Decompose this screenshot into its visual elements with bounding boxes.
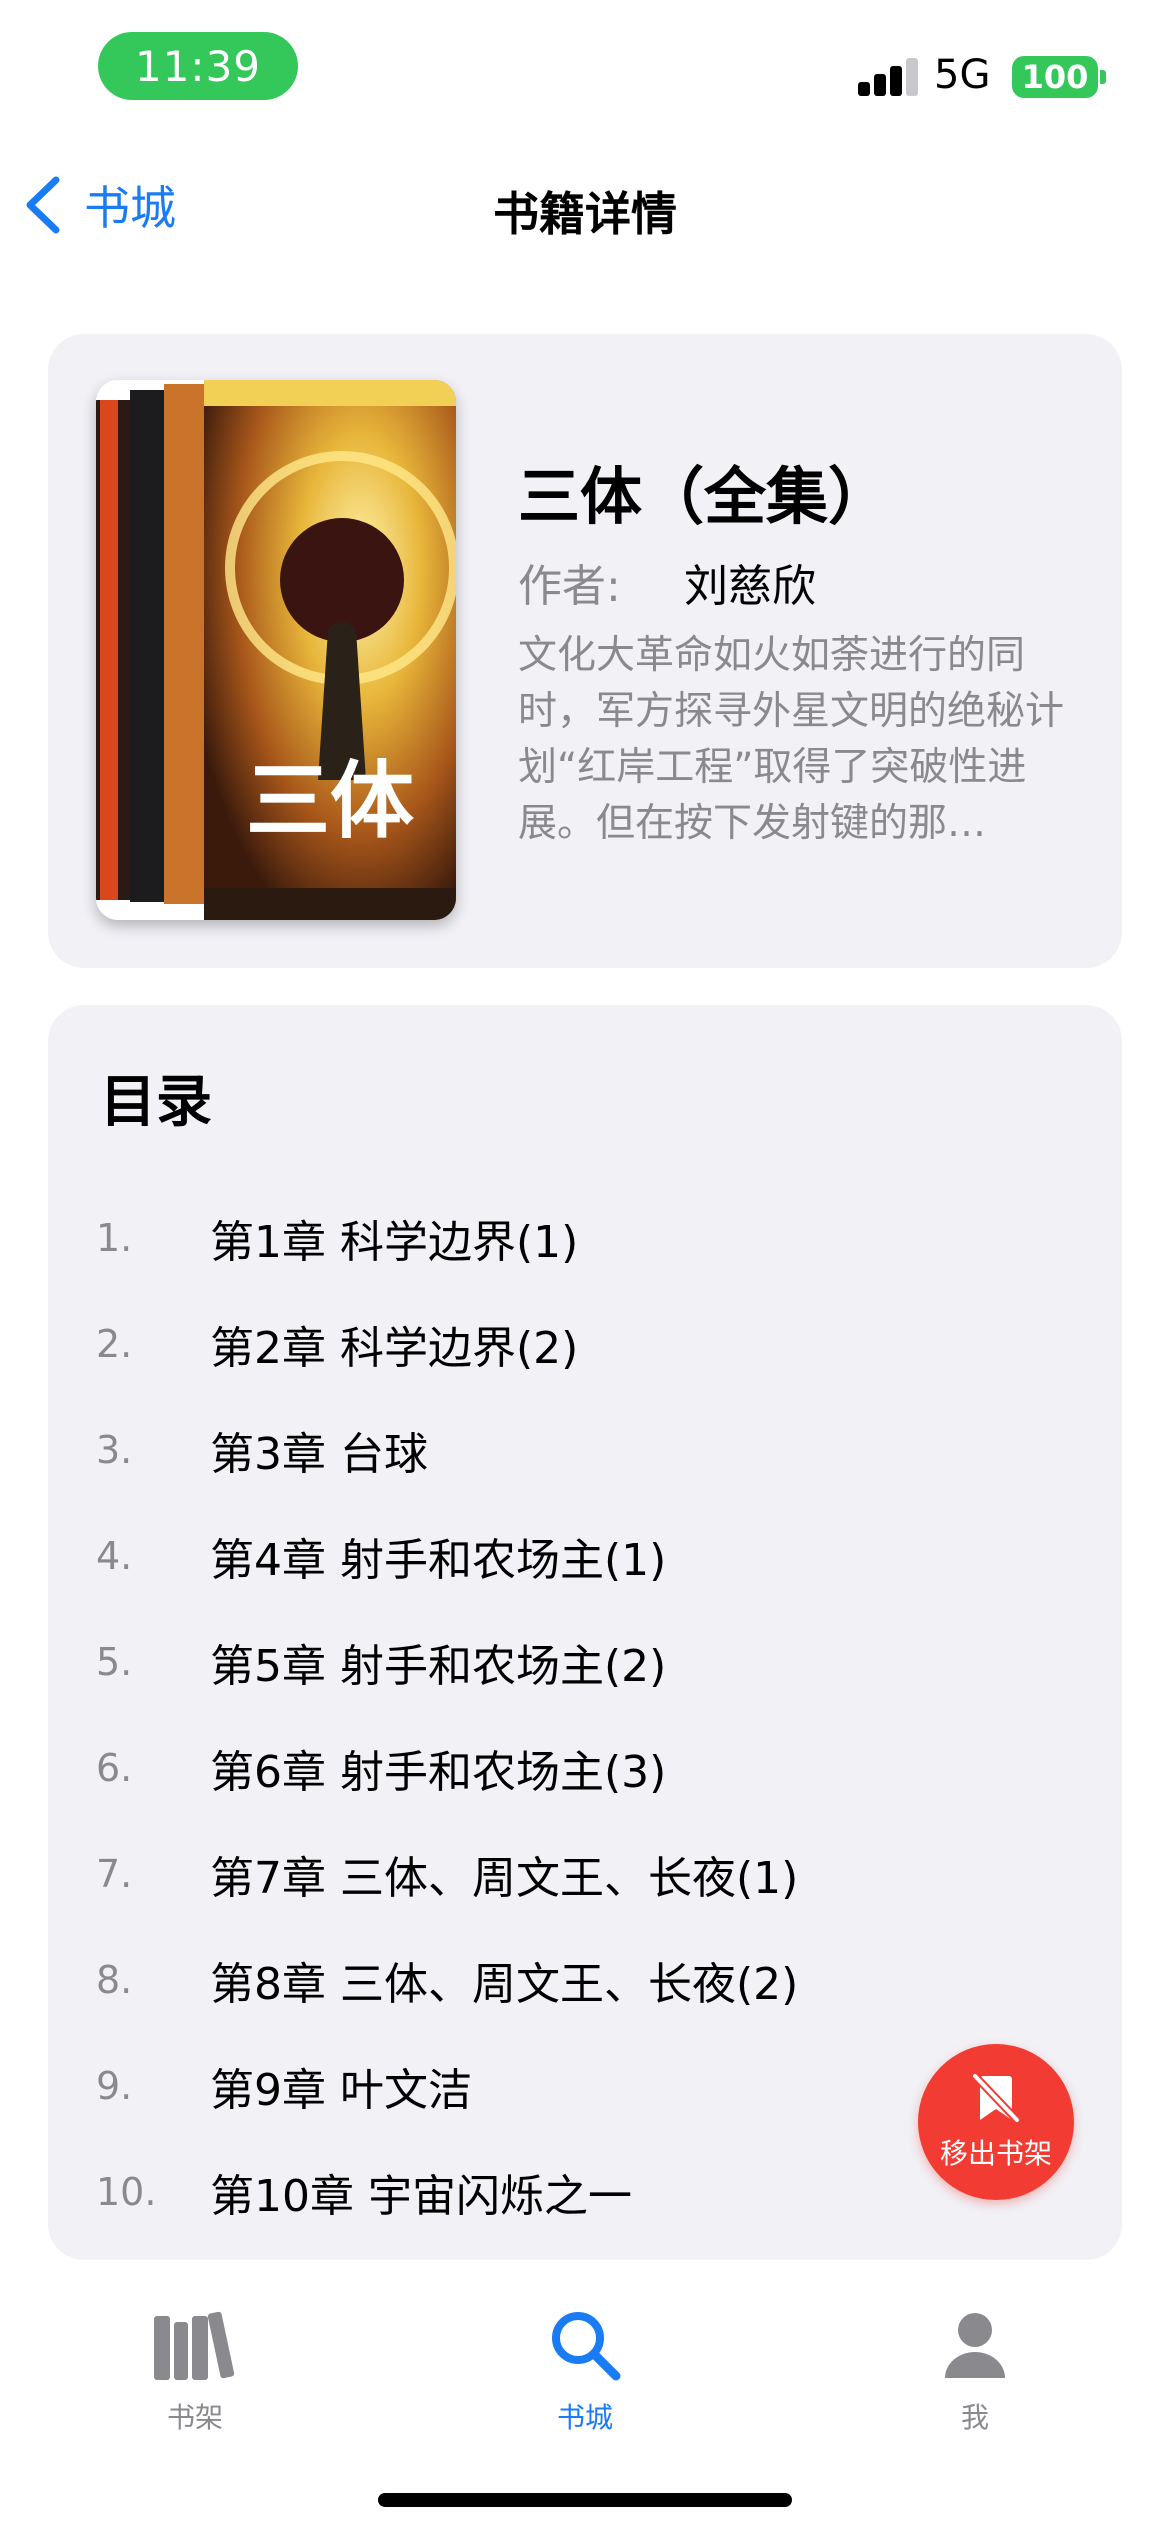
chapter-number: 1. bbox=[96, 1216, 133, 1260]
chapter-number: 8. bbox=[96, 1958, 133, 2002]
chapter-number: 4. bbox=[96, 1534, 133, 1578]
home-indicator bbox=[378, 2493, 792, 2507]
author-name: 刘慈欣 bbox=[684, 561, 816, 612]
chapter-number: 5. bbox=[96, 1640, 133, 1684]
chapter-item[interactable]: 1. 第1章 科学边界(1) bbox=[96, 1185, 1076, 1291]
author-label: 作者: bbox=[518, 561, 621, 612]
navigation-bar: 书城 书籍详情 bbox=[0, 150, 1170, 260]
chapter-item[interactable]: 6. 第6章 射手和农场主(3) bbox=[96, 1715, 1076, 1821]
book-info-card: 三体 三体（全集） 作者: 刘慈欣 文化大革命如火如荼进行的同时，军方探寻外星文… bbox=[48, 334, 1122, 968]
tab-label: 书城 bbox=[556, 2401, 613, 2434]
tab-me[interactable]: 我 bbox=[780, 2290, 1170, 2470]
battery-nub bbox=[1100, 70, 1106, 84]
chapter-number: 10. bbox=[96, 2170, 157, 2214]
chapter-title: 第1章 科学边界(1) bbox=[210, 1217, 579, 1268]
chapter-title: 第3章 台球 bbox=[210, 1429, 428, 1480]
chapter-item[interactable]: 8. 第8章 三体、周文王、长夜(2) bbox=[96, 1927, 1076, 2033]
remove-from-shelf-button[interactable]: 移出书架 bbox=[918, 2044, 1074, 2200]
chapter-item[interactable]: 3. 第3章 台球 bbox=[96, 1397, 1076, 1503]
chapter-item[interactable]: 4. 第4章 射手和农场主(1) bbox=[96, 1503, 1076, 1609]
chapter-title: 第2章 科学边界(2) bbox=[210, 1323, 579, 1374]
chapter-number: 3. bbox=[96, 1428, 133, 1472]
chapter-number: 2. bbox=[96, 1322, 133, 1366]
bookmark-slash-icon bbox=[971, 2072, 1021, 2124]
cover-title-text: 三体 bbox=[246, 752, 414, 850]
chapter-item[interactable]: 2. 第2章 科学边界(2) bbox=[96, 1291, 1076, 1397]
book-cover-image[interactable]: 三体 bbox=[96, 380, 456, 920]
toc-title: 目录 bbox=[100, 1070, 212, 1135]
tab-bookstore[interactable]: 书城 bbox=[390, 2290, 780, 2470]
tab-bookshelf[interactable]: 书架 bbox=[0, 2290, 390, 2470]
chapter-number: 6. bbox=[96, 1746, 133, 1790]
person-icon bbox=[943, 2302, 1007, 2388]
chapter-title: 第10章 宇宙闪烁之一 bbox=[210, 2171, 632, 2222]
chapter-item[interactable]: 7. 第7章 三体、周文王、长夜(1) bbox=[96, 1821, 1076, 1927]
chapter-title: 第5章 射手和农场主(2) bbox=[210, 1641, 667, 1692]
chapter-title: 第9章 叶文洁 bbox=[210, 2065, 472, 2116]
chapter-number: 9. bbox=[96, 2064, 133, 2108]
page-title: 书籍详情 bbox=[493, 187, 677, 241]
chapter-title: 第7章 三体、周文王、长夜(1) bbox=[210, 1853, 799, 1904]
tab-label: 我 bbox=[960, 2401, 989, 2434]
chapter-item[interactable]: 5. 第5章 射手和农场主(2) bbox=[96, 1609, 1076, 1715]
book-title: 三体（全集） bbox=[518, 460, 891, 533]
search-icon bbox=[548, 2302, 622, 2388]
tab-bar: 书架 书城 我 bbox=[0, 2290, 1170, 2470]
signal-icon bbox=[858, 56, 918, 96]
chapter-number: 7. bbox=[96, 1852, 133, 1896]
remove-from-shelf-label: 移出书架 bbox=[939, 2137, 1052, 2170]
chapter-title: 第8章 三体、周文王、长夜(2) bbox=[210, 1959, 799, 2010]
chapter-title: 第6章 射手和农场主(3) bbox=[210, 1747, 667, 1798]
tab-label: 书架 bbox=[166, 2401, 223, 2434]
network-label: 5G bbox=[934, 52, 991, 98]
battery-icon: 100 bbox=[1012, 56, 1098, 98]
status-time: 11:39 bbox=[98, 32, 298, 100]
books-icon bbox=[152, 2302, 238, 2388]
status-bar: 11:39 5G 100 bbox=[0, 0, 1170, 140]
book-cover-art: 三体 bbox=[96, 380, 456, 920]
author-row: 作者: 刘慈欣 bbox=[518, 550, 816, 614]
book-synopsis: 文化大革命如火如荼进行的同时，军方探寻外星文明的绝秘计划“红岸工程”取得了突破性… bbox=[518, 633, 1065, 846]
chapter-title: 第4章 射手和农场主(1) bbox=[210, 1535, 667, 1586]
